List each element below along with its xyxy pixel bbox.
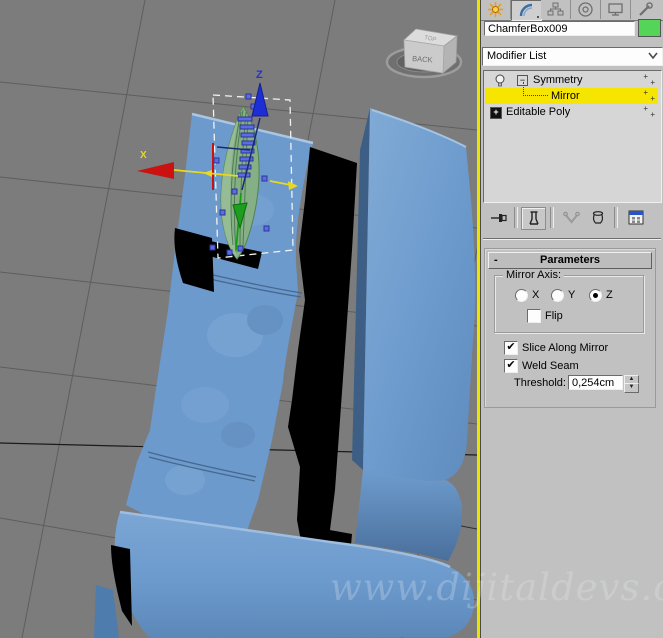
trash-icon: [592, 211, 603, 224]
radio-z[interactable]: [589, 289, 602, 302]
toolbar-separator: [550, 207, 554, 228]
show-end-result-icon: [528, 211, 539, 225]
stack-item-label: Mirror: [551, 90, 580, 102]
modify-arc-icon: [519, 3, 533, 17]
threshold-spin-down[interactable]: ▼: [624, 383, 639, 393]
radio-x-label[interactable]: X: [532, 289, 539, 301]
row-plus-mark: +: [643, 104, 648, 113]
modifier-list-dropdown[interactable]: Modifier List: [482, 47, 663, 66]
create-sunburst-icon: [488, 2, 503, 17]
tree-expand-toggle[interactable]: +: [490, 107, 502, 119]
chevron-down-icon: [648, 52, 658, 60]
toolbar-separator: [614, 207, 618, 228]
rollout-title: Parameters: [540, 254, 600, 266]
utilities-icon: [639, 2, 653, 16]
threshold-label: Threshold:: [514, 377, 566, 389]
row-plus-mark: +: [643, 72, 648, 81]
flip-checkbox[interactable]: [527, 309, 541, 323]
object-color-swatch[interactable]: [638, 19, 661, 37]
remove-modifier-button[interactable]: [586, 207, 609, 228]
slice-along-mirror-label[interactable]: Slice Along Mirror: [522, 342, 608, 354]
radio-y[interactable]: [551, 289, 564, 302]
x-axis-label: X: [140, 150, 147, 161]
tab-hierarchy[interactable]: [541, 0, 571, 19]
sofa-arm-slab: [363, 108, 476, 481]
radio-x[interactable]: [515, 289, 528, 302]
configure-modifier-sets-button[interactable]: [624, 207, 647, 228]
display-icon: [608, 3, 623, 16]
command-panel: ChamferBox009 Modifier List − Symmetry +…: [480, 0, 663, 638]
tab-modify[interactable]: [511, 0, 542, 21]
tab-motion[interactable]: [571, 0, 601, 19]
rollout-collapse-glyph: -: [494, 254, 498, 266]
hierarchy-icon: [547, 2, 564, 16]
show-end-result-button[interactable]: [521, 207, 546, 230]
toolbar-separator: [514, 207, 518, 228]
modifier-list-label: Modifier List: [487, 50, 547, 62]
weld-seam-checkbox[interactable]: ✔: [504, 359, 518, 373]
slice-along-mirror-checkbox[interactable]: ✔: [504, 341, 518, 355]
mirror-axis-group: Mirror Axis: X Y Z Flip: [494, 269, 644, 333]
stack-item-mirror-selected[interactable]: Mirror + +: [485, 82, 658, 104]
tab-create[interactable]: [481, 0, 511, 19]
panel-divider: [483, 238, 661, 240]
stack-item-label: Editable Poly: [506, 106, 571, 118]
configure-modifier-sets-icon: [628, 210, 643, 225]
bulb-icon[interactable]: [494, 74, 506, 87]
weld-seam-label[interactable]: Weld Seam: [522, 360, 579, 372]
app-window: Z X BACK TOP ChamferBox009 Modifier List…: [0, 0, 663, 638]
parameters-rollout-header[interactable]: - Parameters: [488, 252, 652, 269]
mirror-axis-group-label: Mirror Axis:: [503, 269, 564, 281]
make-unique-icon: [563, 211, 580, 224]
tree-branch-line: [523, 82, 548, 96]
stack-item-symmetry[interactable]: − Symmetry + +: [485, 72, 658, 88]
stack-toolbar: [481, 205, 663, 231]
row-plus-mark: +: [650, 94, 655, 103]
row-plus-mark: +: [650, 78, 655, 87]
tab-display[interactable]: [601, 0, 631, 19]
threshold-field[interactable]: 0,254cm: [568, 375, 623, 390]
viewcube-front-label: BACK: [412, 54, 433, 64]
pin-stack-icon: [490, 213, 507, 222]
make-unique-button[interactable]: [560, 207, 583, 228]
tab-utilities[interactable]: [631, 0, 660, 19]
radio-y-label[interactable]: Y: [568, 289, 575, 301]
motion-icon: [578, 2, 593, 17]
modifier-stack: − Symmetry + + Mirror + + + Editable Pol…: [483, 70, 662, 203]
perspective-viewport[interactable]: Z X BACK TOP: [0, 0, 477, 638]
z-axis-label: Z: [256, 69, 263, 81]
row-plus-mark: +: [643, 88, 648, 97]
radio-z-label[interactable]: Z: [606, 289, 613, 301]
stack-item-editable-poly[interactable]: + Editable Poly + +: [485, 104, 658, 120]
command-panel-tabs: [481, 0, 663, 21]
pin-stack-button[interactable]: [487, 207, 510, 228]
object-name-field[interactable]: ChamferBox009: [484, 21, 635, 36]
flip-label[interactable]: Flip: [545, 310, 563, 322]
row-plus-mark: +: [650, 110, 655, 119]
parameters-rollout: - Parameters Mirror Axis: X Y Z Flip ✔ S…: [484, 248, 656, 408]
